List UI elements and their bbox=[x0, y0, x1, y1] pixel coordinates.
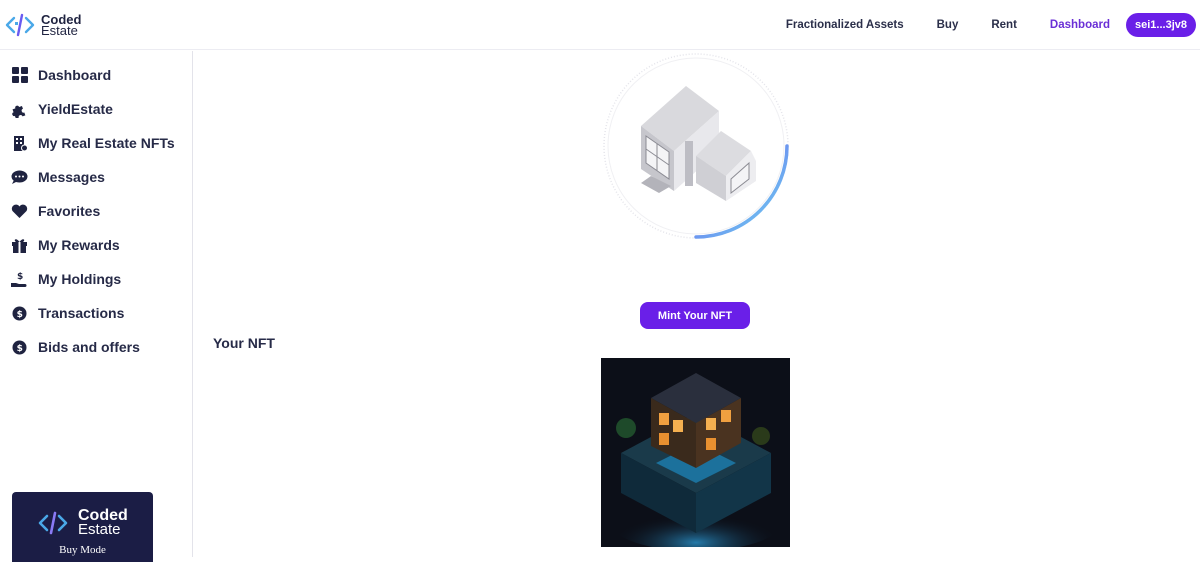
brand-logo[interactable]: Coded Estate bbox=[5, 10, 81, 40]
sidebar-item-label: YieldEstate bbox=[38, 101, 113, 117]
sidebar: Dashboard YieldEstate My Real Estate NFT… bbox=[0, 51, 193, 557]
puzzle-icon bbox=[11, 101, 28, 118]
sidebar-item-label: Bids and offers bbox=[38, 339, 140, 355]
sidebar-item-messages[interactable]: Messages bbox=[11, 167, 105, 187]
nav-buy[interactable]: Buy bbox=[937, 13, 959, 37]
code-logo-icon bbox=[5, 13, 35, 37]
sidebar-item-my-real-estate-nfts[interactable]: My Real Estate NFTs bbox=[11, 133, 175, 153]
buy-mode-card[interactable]: Coded Estate Buy Mode bbox=[12, 492, 153, 562]
sidebar-item-my-rewards[interactable]: My Rewards bbox=[11, 235, 120, 255]
svg-text:$: $ bbox=[17, 344, 23, 354]
top-nav: Fractionalized Assets Buy Rent Dashboard… bbox=[786, 13, 1196, 37]
nav-dashboard[interactable]: Dashboard bbox=[1050, 13, 1110, 37]
hand-dollar-icon: $ bbox=[11, 271, 28, 288]
top-header: Coded Estate Fractionalized Assets Buy R… bbox=[0, 0, 1200, 50]
grid-icon bbox=[11, 67, 28, 84]
sidebar-item-label: My Holdings bbox=[38, 271, 122, 287]
coin-icon: $ bbox=[11, 305, 28, 322]
svg-text:$: $ bbox=[17, 310, 23, 320]
sidebar-item-dashboard[interactable]: Dashboard bbox=[11, 65, 111, 85]
mode-label: Buy Mode bbox=[59, 544, 106, 556]
nav-fractionalized-assets[interactable]: Fractionalized Assets bbox=[786, 13, 904, 37]
your-nft-heading: Your NFT bbox=[213, 335, 275, 351]
sidebar-item-label: My Real Estate NFTs bbox=[38, 135, 175, 151]
gift-icon bbox=[11, 237, 28, 254]
svg-text:$: $ bbox=[17, 272, 23, 282]
sidebar-item-favorites[interactable]: Favorites bbox=[11, 201, 100, 221]
sidebar-item-transactions[interactable]: $ Transactions bbox=[11, 303, 124, 323]
sidebar-item-my-holdings[interactable]: $ My Holdings bbox=[11, 269, 121, 289]
code-logo-icon bbox=[38, 511, 68, 535]
sidebar-item-label: Dashboard bbox=[38, 67, 112, 83]
coin-icon: $ bbox=[11, 339, 28, 356]
sidebar-item-label: Transactions bbox=[38, 305, 125, 321]
nft-image[interactable] bbox=[601, 358, 790, 547]
mode-card-brand-line2: Estate bbox=[78, 521, 121, 538]
sidebar-item-yieldestate[interactable]: YieldEstate bbox=[11, 99, 113, 119]
heart-icon bbox=[11, 203, 28, 220]
building-icon bbox=[11, 135, 28, 152]
mode-card-logo: Coded Estate bbox=[34, 508, 128, 538]
sidebar-item-label: My Rewards bbox=[38, 237, 120, 253]
sidebar-item-label: Messages bbox=[38, 169, 105, 185]
nav-rent[interactable]: Rent bbox=[991, 13, 1017, 37]
house-progress-ring bbox=[601, 51, 791, 241]
brand-name-line2: Estate bbox=[41, 23, 78, 38]
mint-nft-button[interactable]: Mint Your NFT bbox=[640, 302, 750, 329]
wallet-button[interactable]: sei1...3jv8 bbox=[1126, 13, 1196, 37]
chat-icon bbox=[11, 169, 28, 186]
sidebar-item-bids-and-offers[interactable]: $ Bids and offers bbox=[11, 337, 140, 357]
sidebar-item-label: Favorites bbox=[38, 203, 101, 219]
